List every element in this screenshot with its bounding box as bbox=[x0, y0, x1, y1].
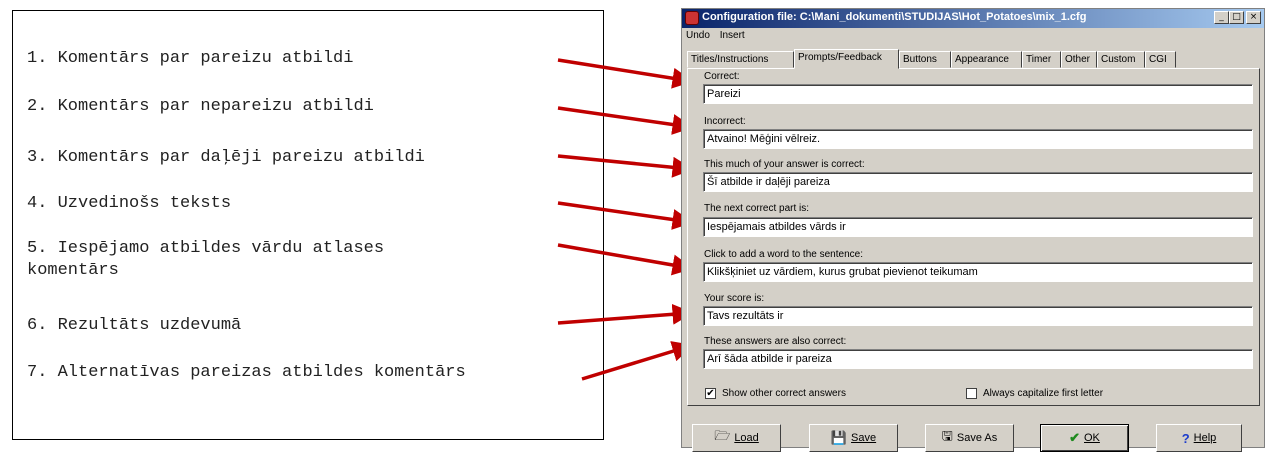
title-bar[interactable]: Configuration file: C:\Mani_dokumenti\ST… bbox=[682, 9, 1264, 28]
note-correct: 1. Komentārs par pareizu atbildi bbox=[27, 49, 354, 68]
tab-other[interactable]: Other bbox=[1061, 51, 1097, 68]
config-window: Configuration file: C:\Mani_dokumenti\ST… bbox=[681, 8, 1265, 448]
note-hint: 4. Uzvedinošs teksts bbox=[27, 194, 232, 213]
next-part-label: The next correct part is: bbox=[704, 203, 810, 214]
capitalize-checkbox[interactable] bbox=[966, 388, 977, 399]
also-correct-label: These answers are also correct: bbox=[704, 336, 847, 347]
menu-bar: Undo Insert bbox=[686, 30, 752, 44]
tab-cgi[interactable]: CGI bbox=[1145, 51, 1176, 68]
annotation-panel: 1. Komentārs par pareizu atbildi 2. Kome… bbox=[12, 10, 604, 440]
floppy-as-icon: 🖫 bbox=[941, 428, 953, 443]
note-incorrect: 2. Komentārs par nepareizu atbildi bbox=[27, 97, 374, 116]
close-button[interactable]: × bbox=[1246, 11, 1261, 24]
show-other-answers-checkbox[interactable]: ✔ bbox=[705, 388, 716, 399]
incorrect-label: Incorrect: bbox=[704, 116, 746, 127]
tab-prompts-feedback[interactable]: Prompts/Feedback bbox=[794, 49, 899, 69]
next-part-field[interactable]: Iespējamais atbildes vārds ir bbox=[703, 217, 1253, 237]
question-icon: ? bbox=[1181, 430, 1190, 446]
maximize-button[interactable]: □ bbox=[1229, 11, 1244, 24]
note-word-selection: 5. Iespējamo atbildes vārdu atlases kome… bbox=[27, 239, 385, 280]
incorrect-field[interactable]: Atvaino! Mēģini vēlreiz. bbox=[703, 129, 1253, 149]
note-partially-correct: 3. Komentārs par daļēji pareizu atbildi bbox=[27, 148, 425, 167]
folder-icon: 🗁 bbox=[714, 428, 731, 443]
partial-correct-field[interactable]: Šī atbilde ir daļēji pareiza bbox=[703, 172, 1253, 192]
correct-label: Correct: bbox=[704, 71, 740, 82]
floppy-icon: 💾 bbox=[830, 430, 848, 445]
capitalize-label: Always capitalize first letter bbox=[983, 388, 1104, 399]
hot-potatoes-app-icon bbox=[685, 11, 699, 25]
add-word-label: Click to add a word to the sentence: bbox=[704, 249, 863, 260]
also-correct-field[interactable]: Arī šāda atbilde ir pareiza bbox=[703, 349, 1253, 369]
tab-timer[interactable]: Timer bbox=[1022, 51, 1061, 68]
prompts-feedback-panel: Correct: Pareizi Incorrect: Atvaino! Mēģ… bbox=[687, 68, 1260, 406]
note-score: 6. Rezultāts uzdevumā bbox=[27, 316, 242, 335]
menu-undo[interactable]: Undo bbox=[686, 30, 710, 41]
minimize-button[interactable]: _ bbox=[1214, 11, 1229, 24]
show-other-answers-label: Show other correct answers bbox=[722, 388, 846, 399]
tab-buttons[interactable]: Buttons bbox=[899, 51, 951, 68]
add-word-field[interactable]: Klikšķiniet uz vārdiem, kurus grubat pie… bbox=[703, 262, 1253, 282]
tab-custom[interactable]: Custom bbox=[1097, 51, 1145, 68]
tab-titles-instructions[interactable]: Titles/Instructions bbox=[687, 51, 794, 68]
correct-field[interactable]: Pareizi bbox=[703, 84, 1253, 104]
checkmark-icon: ✔ bbox=[1069, 430, 1080, 445]
menu-insert[interactable]: Insert bbox=[720, 30, 745, 41]
score-field[interactable]: Tavs rezultāts ir bbox=[703, 306, 1253, 326]
partial-correct-label: This much of your answer is correct: bbox=[704, 159, 865, 170]
window-title: Configuration file: C:\Mani_dokumenti\ST… bbox=[702, 11, 1087, 23]
tab-appearance[interactable]: Appearance bbox=[951, 51, 1022, 68]
note-alternative-answer: 7. Alternatīvas pareizas atbildes koment… bbox=[27, 363, 466, 382]
score-label: Your score is: bbox=[704, 293, 765, 304]
